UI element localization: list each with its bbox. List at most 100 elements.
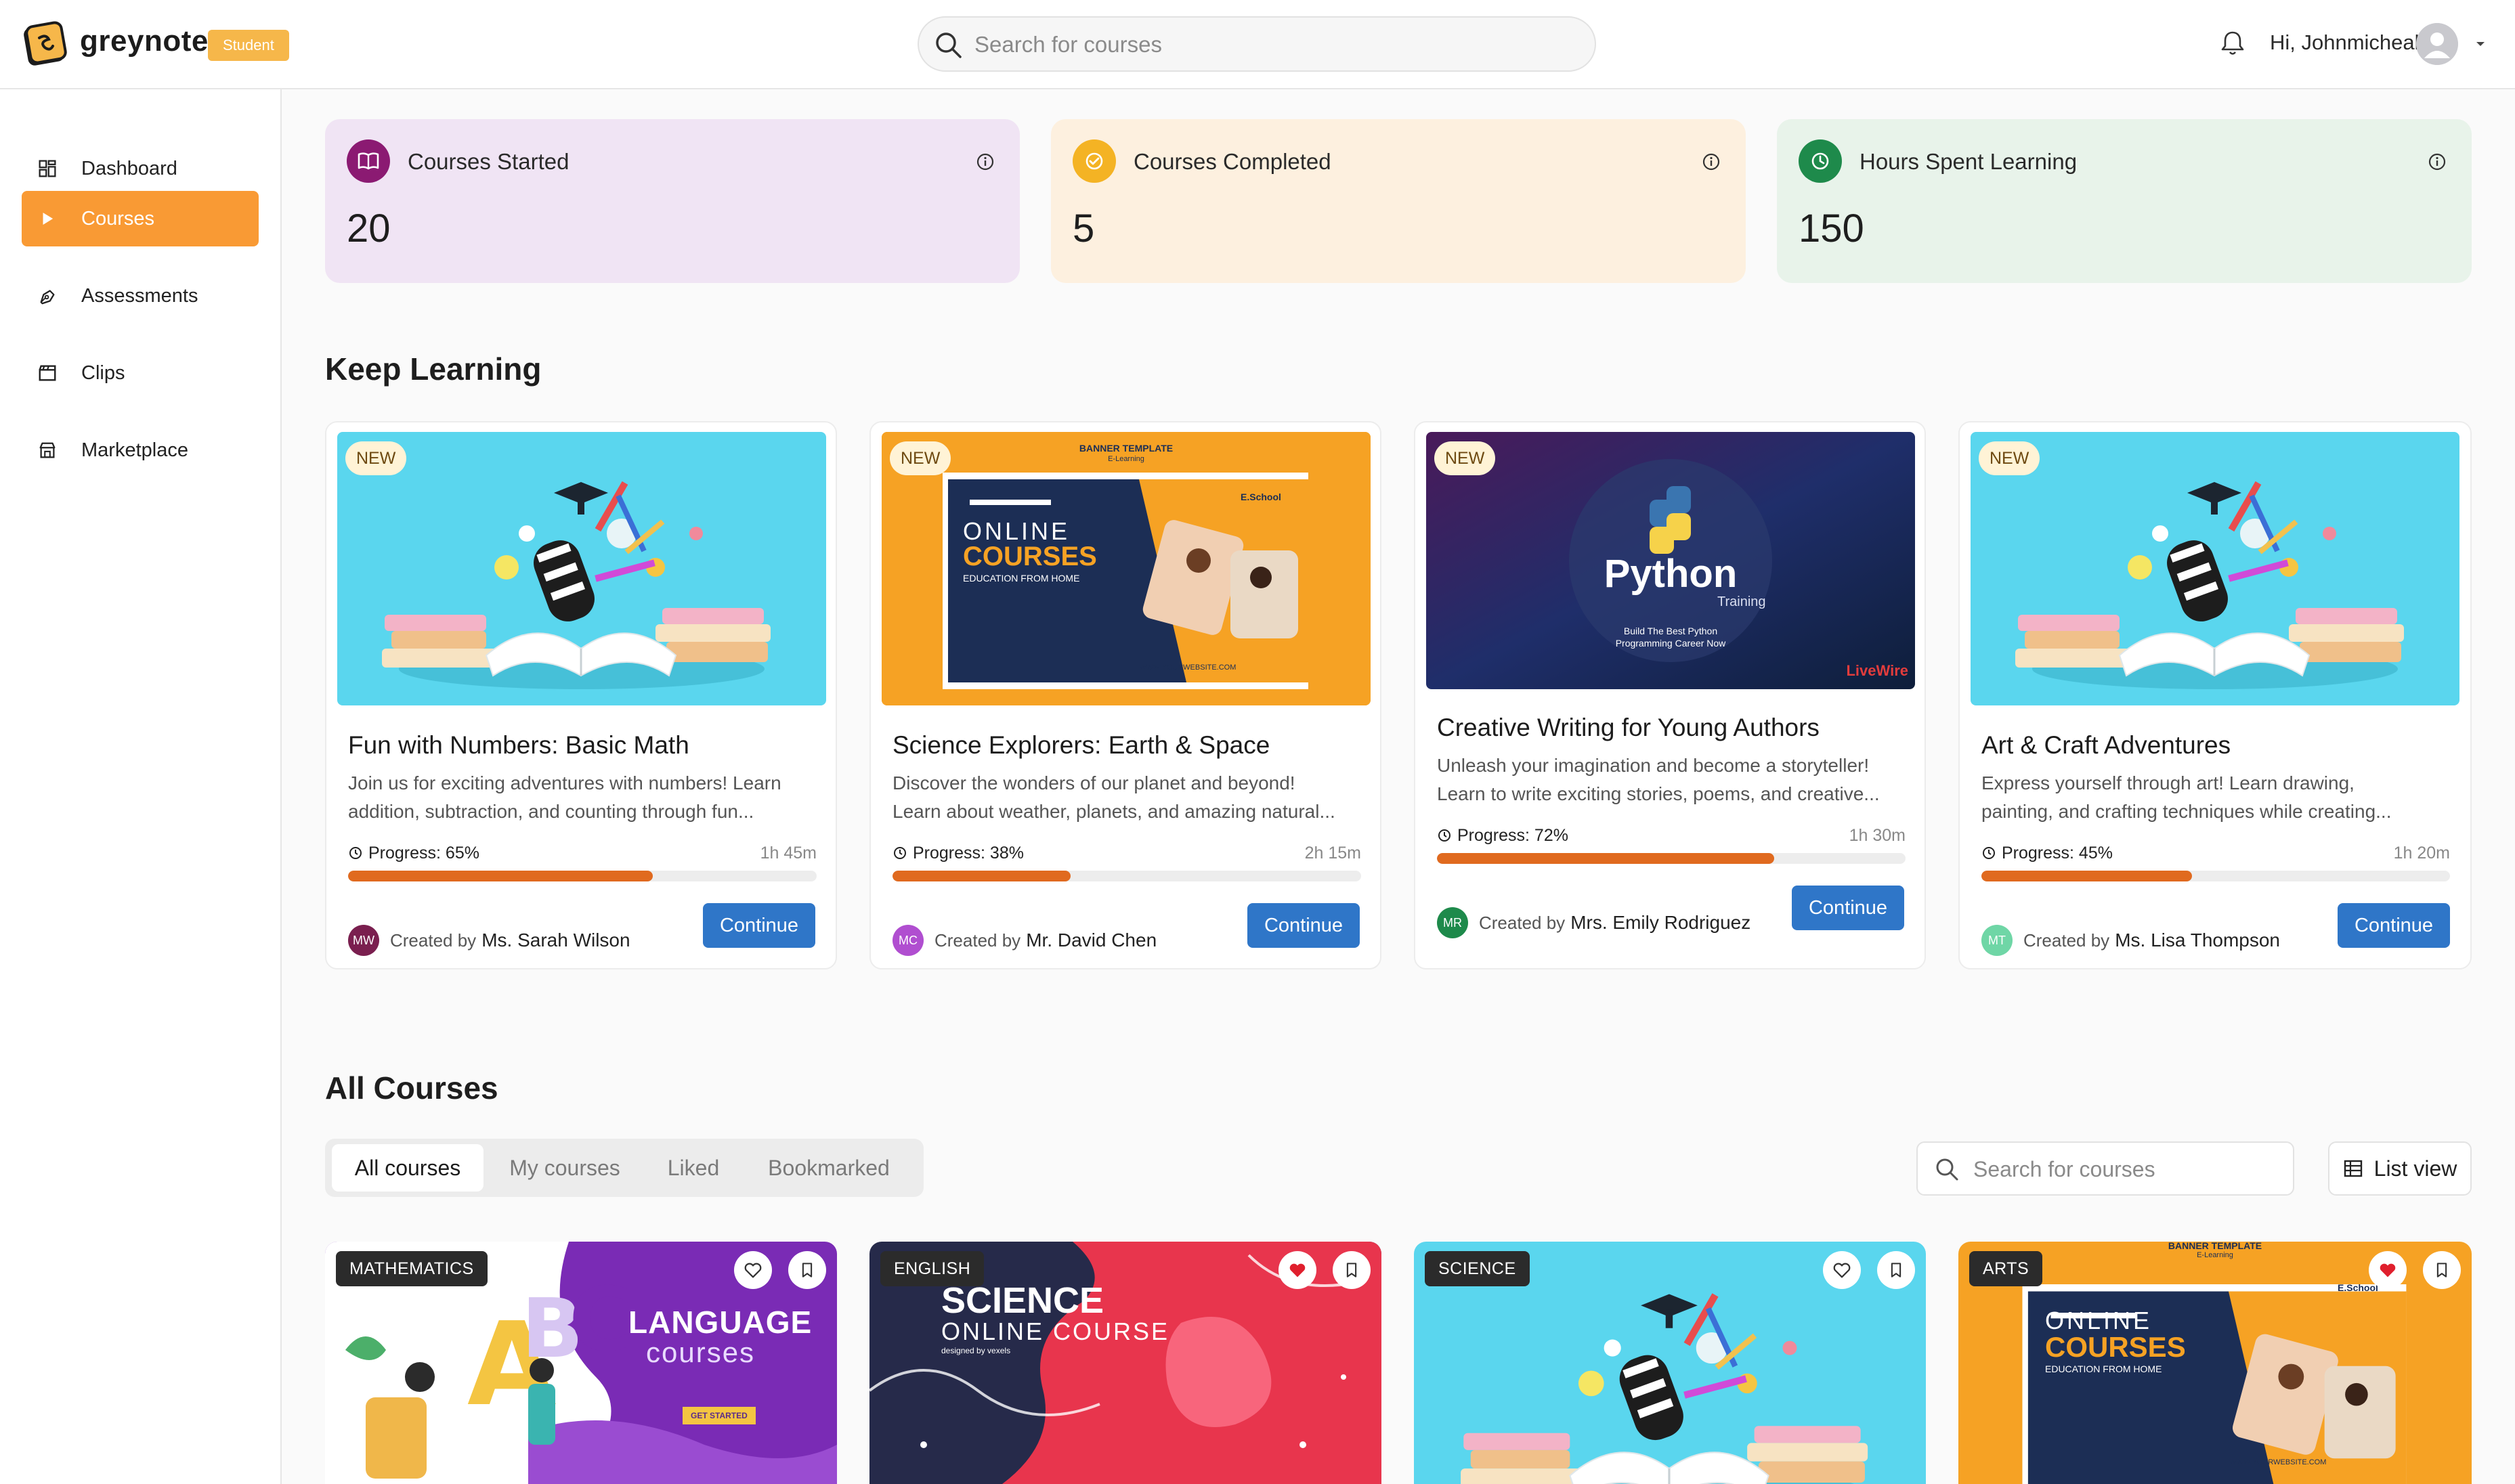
author-avatar: MW	[348, 925, 379, 956]
course-card[interactable]: Python Training Build The Best Python Pr…	[1414, 421, 1926, 969]
new-badge: NEW	[1979, 441, 2040, 475]
course-tile[interactable]: LANGUAGE courses GET STARTED MATHEMATICS	[325, 1242, 837, 1484]
books-illustration-icon	[337, 432, 826, 705]
course-card[interactable]: NEW Art & Craft Adventures Express yours…	[1958, 421, 2472, 969]
course-duration: 1h 45m	[760, 844, 817, 863]
python-tagline-1: Build The Best Python	[1623, 626, 1718, 636]
progress-row: Progress: 65% 1h 45m	[348, 844, 817, 863]
clock-icon	[1811, 152, 1829, 170]
course-description-line: Discover the wonders of our planet and b…	[893, 772, 1295, 793]
sidebar-item-label: Clips	[81, 362, 125, 384]
tile-text-line2: courses	[646, 1336, 756, 1368]
tab-liked[interactable]: Liked	[646, 1144, 741, 1192]
progress-label: Progress: 45%	[2002, 844, 2113, 863]
bookmark-button[interactable]	[1333, 1251, 1371, 1289]
author-name: Ms. Lisa Thompson	[2115, 930, 2280, 951]
like-button[interactable]	[734, 1251, 772, 1289]
sidebar-item-assessments[interactable]: Assessments	[22, 268, 259, 324]
python-tagline-2: Programming Career Now	[1615, 638, 1726, 649]
list-view-button[interactable]: List view	[2328, 1141, 2472, 1196]
course-description-line: addition, subtraction, and counting thro…	[348, 801, 754, 822]
sidebar-item-marketplace[interactable]: Marketplace	[22, 422, 259, 478]
author-name: Mr. David Chen	[1026, 930, 1157, 951]
heart-filled-icon	[1289, 1263, 1306, 1278]
tab-all-courses[interactable]: All courses	[332, 1144, 483, 1192]
sidebar-item-clips[interactable]: Clips	[22, 345, 259, 401]
chevron-down-icon[interactable]	[2473, 37, 2488, 51]
info-icon[interactable]	[975, 152, 995, 172]
category-badge: MATHEMATICS	[336, 1251, 488, 1286]
like-button[interactable]	[1278, 1251, 1316, 1289]
check-circle-icon	[1085, 152, 1103, 170]
course-card[interactable]: BANNER TEMPLATE E-Learning ONLINE COURSE…	[869, 421, 1381, 969]
course-title[interactable]: Creative Writing for Young Authors	[1437, 714, 1820, 742]
banner-line3: EDUCATION FROM HOME	[963, 573, 1080, 584]
like-button[interactable]	[2369, 1251, 2407, 1289]
progress-bar-fill	[348, 871, 653, 881]
sidebar-item-label: Dashboard	[81, 157, 177, 179]
continue-button[interactable]: Continue	[703, 903, 815, 948]
course-thumbnail[interactable]: BANNER TEMPLATE E-Learning ONLINE COURSE…	[882, 432, 1371, 705]
stat-card-courses-completed: Courses Completed 5	[1051, 119, 1746, 283]
progress-bar-fill	[1437, 853, 1775, 864]
courses-search[interactable]	[1916, 1141, 2294, 1196]
created-by-label: Created by	[2023, 930, 2110, 951]
course-thumbnail[interactable]	[1971, 432, 2459, 705]
banner-top-subtext: E-Learning	[1108, 455, 1144, 463]
new-badge: NEW	[1434, 441, 1496, 475]
stat-icon-wrap	[347, 139, 390, 183]
sidebar-item-label: Marketplace	[81, 439, 188, 461]
bookmark-button[interactable]	[2423, 1251, 2461, 1289]
info-icon[interactable]	[1701, 152, 1721, 172]
list-view-label: List view	[2373, 1156, 2457, 1181]
course-tile[interactable]: SCIENCE	[1414, 1242, 1926, 1484]
tab-bookmarked[interactable]: Bookmarked	[748, 1144, 910, 1192]
course-thumbnail[interactable]: Python Training Build The Best Python Pr…	[1426, 432, 1915, 689]
continue-button[interactable]: Continue	[1792, 886, 1904, 930]
heart-outline-icon	[1833, 1263, 1851, 1278]
course-card[interactable]: NEW Fun with Numbers: Basic Math Join us…	[325, 421, 837, 969]
banner-brand: E.School	[1241, 492, 1281, 502]
progress-bar	[1981, 871, 2450, 881]
bookmark-button[interactable]	[788, 1251, 826, 1289]
user-avatar[interactable]	[2416, 23, 2458, 65]
books-illustration-icon	[1971, 432, 2459, 705]
tab-my-courses[interactable]: My courses	[490, 1144, 639, 1192]
banner-url: WWW.YOURWEBSITE.COM	[2229, 1458, 2327, 1466]
bookmark-icon	[2436, 1263, 2447, 1278]
progress-label: Progress: 72%	[1457, 826, 1568, 845]
banner-top-text: BANNER TEMPLATE	[1079, 443, 1174, 454]
banner-line2: COURSES	[963, 542, 1097, 571]
progress-bar	[893, 871, 1361, 881]
like-button[interactable]	[1823, 1251, 1861, 1289]
course-description: Join us for exciting adventures with num…	[348, 769, 822, 826]
course-filter-tabs: All courses My courses Liked Bookmarked	[325, 1139, 924, 1197]
bookmark-button[interactable]	[1877, 1251, 1915, 1289]
store-icon	[37, 439, 58, 461]
sidebar: Dashboard Courses Assessments Clips Mark…	[0, 89, 282, 1484]
course-title[interactable]: Fun with Numbers: Basic Math	[348, 731, 689, 760]
continue-button[interactable]: Continue	[1247, 903, 1360, 948]
courses-search-input[interactable]	[1973, 1151, 2278, 1187]
course-title[interactable]: Science Explorers: Earth & Space	[893, 731, 1270, 760]
sidebar-item-dashboard[interactable]: Dashboard	[22, 141, 259, 196]
banner-brand: E.School	[2338, 1282, 2378, 1293]
stat-value: 5	[1073, 206, 1095, 250]
greynote-logo-icon[interactable]	[22, 20, 69, 68]
heart-filled-icon	[2380, 1263, 2396, 1278]
sidebar-item-courses[interactable]: Courses	[22, 191, 259, 246]
notification-bell-icon[interactable]	[2218, 28, 2248, 58]
course-duration: 2h 15m	[1304, 844, 1361, 863]
continue-button[interactable]: Continue	[2338, 903, 2450, 948]
course-thumbnail[interactable]	[337, 432, 826, 705]
course-tile[interactable]: SCIENCE ONLINE COURSE designed by vexels…	[869, 1242, 1381, 1484]
tile-cta: GET STARTED	[683, 1407, 756, 1424]
course-title[interactable]: Art & Craft Adventures	[1981, 731, 2231, 760]
header-search[interactable]	[918, 16, 1596, 72]
course-tile[interactable]: BANNER TEMPLATE E-Learning ONLINE COURSE…	[1958, 1242, 2472, 1484]
progress-bar-fill	[1981, 871, 2193, 881]
info-icon[interactable]	[2427, 152, 2447, 172]
bookmark-icon	[1891, 1263, 1901, 1278]
stat-card-hours-spent: Hours Spent Learning 150	[1777, 119, 2472, 283]
header-search-input[interactable]	[974, 24, 1570, 65]
